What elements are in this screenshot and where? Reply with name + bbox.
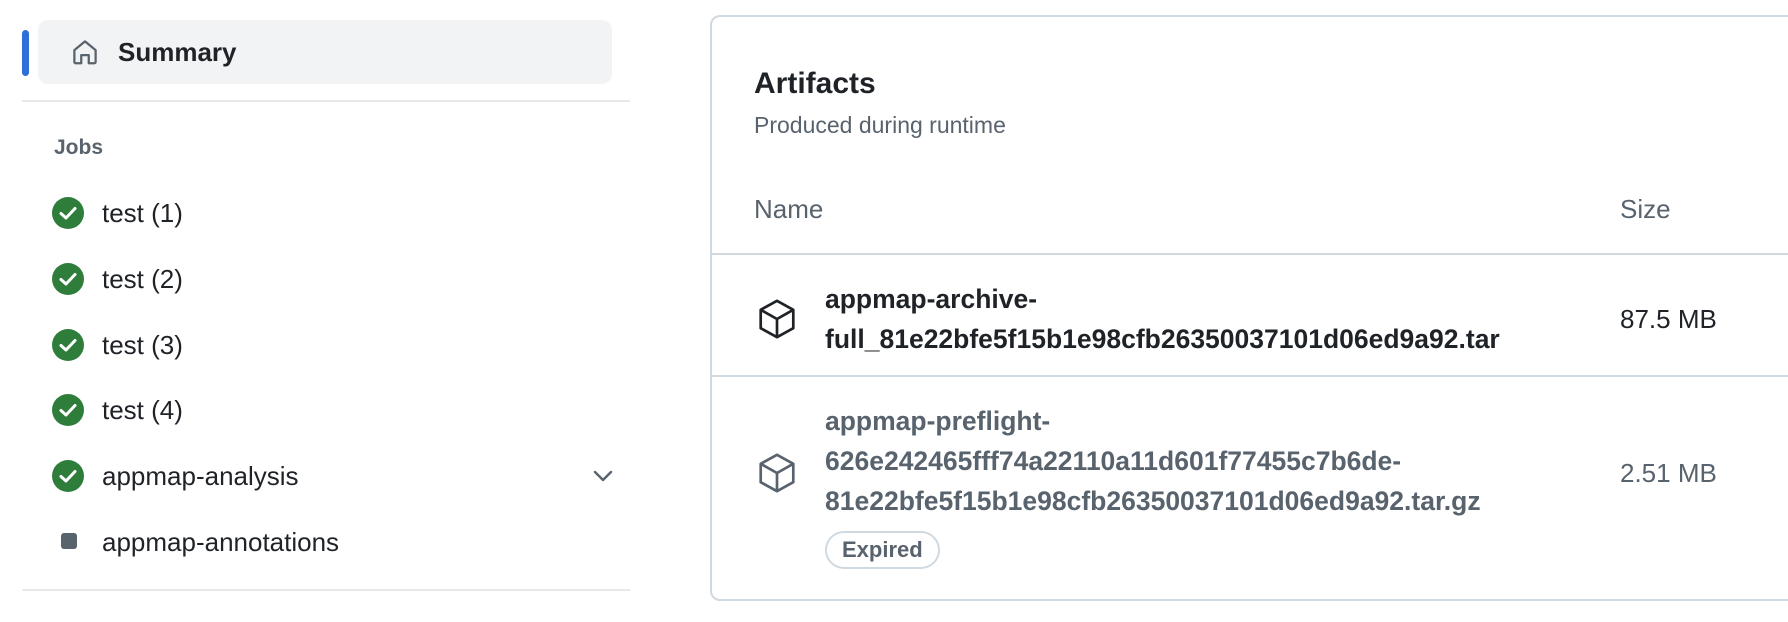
- artifact-name-expired: appmap-preflight- 626e242465fff74a22110a…: [825, 401, 1595, 521]
- column-header-size: Size: [1620, 194, 1671, 224]
- sidebar-item-job[interactable]: test (2): [42, 251, 622, 307]
- chevron-down-icon[interactable]: [589, 462, 617, 490]
- artifacts-subtitle: Produced during runtime: [754, 112, 1006, 138]
- artifact-name-line: 626e242465fff74a22110a11d601f77455c7b6de…: [825, 446, 1402, 476]
- package-icon: [759, 453, 795, 493]
- artifact-name-line: full_81e22bfe5f15b1e98cfb26350037101d06e…: [825, 324, 1500, 354]
- package-icon: [759, 299, 795, 339]
- sidebar-item-job[interactable]: appmap-annotations: [42, 514, 622, 570]
- table-divider: [712, 375, 1788, 377]
- check-circle-icon: [52, 460, 84, 492]
- job-label: test (4): [102, 395, 183, 425]
- table-divider: [712, 253, 1788, 255]
- artifact-name-line: appmap-archive-: [825, 284, 1038, 314]
- sidebar-item-summary[interactable]: Summary: [38, 20, 612, 84]
- check-circle-icon: [52, 197, 84, 229]
- artifact-size: 2.51 MB: [1620, 458, 1717, 488]
- job-label: test (3): [102, 330, 183, 360]
- expired-badge: Expired: [825, 531, 940, 569]
- square-icon: [61, 533, 77, 549]
- artifacts-title: Artifacts: [754, 67, 876, 100]
- job-label: test (1): [102, 198, 183, 228]
- artifact-name-line: 81e22bfe5f15b1e98cfb26350037101d06ed9a92…: [825, 486, 1481, 516]
- artifact-size: 87.5 MB: [1620, 304, 1717, 334]
- job-label: appmap-analysis: [102, 461, 299, 491]
- artifact-name-line: appmap-preflight-: [825, 406, 1051, 436]
- check-circle-icon: [52, 329, 84, 361]
- job-label: appmap-annotations: [102, 527, 340, 557]
- workflow-run-page: Summary Jobs test (1) test (2) test (3): [0, 0, 1788, 622]
- artifacts-panel: Artifacts Produced during runtime Name S…: [710, 15, 1788, 601]
- divider: [22, 589, 630, 591]
- sidebar-item-job[interactable]: appmap-analysis: [42, 448, 622, 504]
- divider: [22, 100, 630, 102]
- sidebar-item-label: Summary: [118, 37, 237, 67]
- check-circle-icon: [52, 263, 84, 295]
- artifact-name-link[interactable]: appmap-archive- full_81e22bfe5f15b1e98cf…: [825, 279, 1595, 359]
- sidebar-item-job[interactable]: test (4): [42, 382, 622, 438]
- sidebar-item-job[interactable]: test (1): [42, 185, 622, 241]
- column-header-name: Name: [754, 194, 824, 224]
- job-label: test (2): [102, 264, 183, 294]
- check-circle-icon: [52, 394, 84, 426]
- active-indicator: [22, 30, 29, 76]
- sidebar-item-job[interactable]: test (3): [42, 317, 622, 373]
- home-icon: [73, 40, 97, 65]
- jobs-heading: Jobs: [54, 136, 104, 159]
- sidebar: Summary Jobs test (1) test (2) test (3): [22, 0, 630, 622]
